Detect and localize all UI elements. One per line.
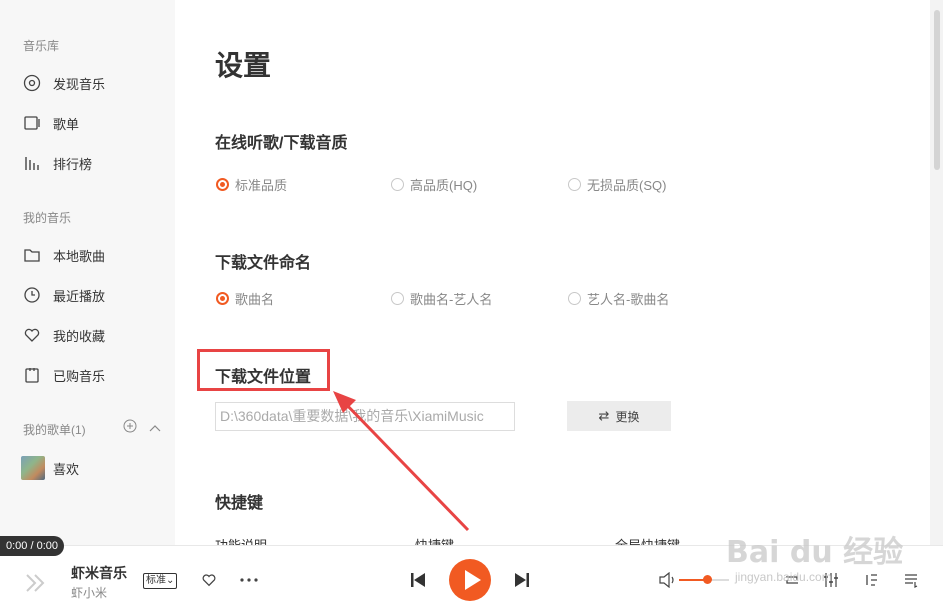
sidebar-item-discover[interactable]: 发现音乐 (23, 71, 105, 95)
radio-unchecked[interactable] (568, 178, 581, 191)
sidebar-item-label: 发现音乐 (53, 76, 106, 92)
disc-icon (23, 74, 41, 92)
next-icon[interactable] (514, 572, 530, 588)
playlist-icon (24, 116, 40, 130)
shortcuts-heading: 快捷键 (215, 495, 264, 512)
volume-knob[interactable] (702, 575, 712, 584)
quality-option-sq[interactable]: 无损品质(SQ) (568, 175, 666, 194)
option-label: 高品质(HQ) (410, 178, 478, 193)
quality-option-standard[interactable]: 标准品质 (216, 175, 287, 194)
shortcut-col-function: 功能说明 (215, 535, 267, 545)
quality-dropdown[interactable]: 标准⌄ (143, 573, 178, 589)
clock-icon (24, 287, 40, 303)
quality-option-hq[interactable]: 高品质(HQ) (391, 175, 477, 194)
playlist-cover (21, 456, 45, 480)
my-playlists-section-title: 我的歌单(1) (23, 423, 86, 437)
settings-panel: 设置 在线听歌/下载音质 标准品质 高品质(HQ) 无损品质(SQ) 下载文件命… (175, 0, 930, 545)
option-label: 歌曲名-艺人名 (410, 292, 493, 307)
change-path-button[interactable]: ⇄ 更换 (567, 401, 671, 431)
sidebar-item-label: 排行榜 (53, 156, 93, 172)
quality-label: 标准 (146, 575, 166, 586)
sidebar-item-favorites[interactable]: 我的收藏 (23, 323, 105, 347)
page-title: 设置 (215, 50, 272, 81)
previous-icon[interactable] (410, 572, 426, 588)
volume-slider[interactable] (679, 575, 729, 584)
sidebar-item-label: 本地歌曲 (53, 248, 106, 264)
sidebar-item-recent[interactable]: 最近播放 (23, 283, 105, 307)
more-icon[interactable] (240, 578, 258, 582)
naming-heading: 下载文件命名 (215, 255, 312, 272)
volume-icon[interactable] (659, 572, 677, 588)
scrollbar-thumb[interactable] (934, 10, 940, 170)
download-path-field[interactable]: D:\360data\重要数据\我的音乐\XiamiMusic (215, 402, 515, 431)
library-section-title: 音乐库 (23, 39, 60, 53)
song-artist[interactable]: 虾小米 (71, 584, 107, 601)
song-title: 虾米音乐 (71, 565, 127, 581)
sidebar-item-playlists[interactable]: 歌单 (23, 111, 79, 135)
option-label: 歌曲名 (235, 292, 275, 307)
sidebar: 音乐库 发现音乐 歌单 排行榜 我的音乐 本地歌曲 最近播放 我的收藏 已购音乐… (0, 0, 175, 545)
scrollbar[interactable] (930, 0, 943, 545)
xiami-logo-icon (26, 574, 45, 592)
play-button[interactable] (449, 559, 491, 601)
baidu-watermark-url: jingyan.baidu.com (735, 570, 832, 584)
naming-option-song[interactable]: 歌曲名 (216, 289, 274, 308)
chevron-down-icon: ⌄ (166, 575, 175, 586)
option-label: 无损品质(SQ) (587, 178, 667, 193)
collapse-chevron-icon[interactable] (148, 421, 162, 436)
baidu-watermark: Bai du 经验 (726, 535, 904, 570)
radio-checked[interactable] (216, 178, 229, 191)
my-music-section-title: 我的音乐 (23, 211, 72, 225)
sidebar-item-label: 我的收藏 (53, 328, 106, 344)
queue-list-icon[interactable] (903, 572, 919, 588)
lyrics-icon[interactable] (864, 572, 880, 588)
sidebar-item-charts[interactable]: 排行榜 (23, 151, 92, 175)
playlist-item-favorites[interactable]: 喜欢 (21, 456, 79, 480)
heart-icon (24, 328, 40, 342)
naming-option-artist-song[interactable]: 艺人名-歌曲名 (568, 289, 669, 308)
sidebar-item-local[interactable]: 本地歌曲 (23, 243, 105, 267)
radio-unchecked[interactable] (568, 292, 581, 305)
naming-option-song-artist[interactable]: 歌曲名-艺人名 (391, 289, 492, 308)
sidebar-item-label: 歌单 (53, 116, 80, 132)
purchase-icon (25, 368, 39, 383)
shortcut-col-key: 快捷键 (415, 535, 454, 545)
swap-icon: ⇄ (598, 408, 610, 423)
playback-time: 0:00 / 0:00 (0, 536, 64, 556)
shortcut-col-global: 全局快捷键 (615, 535, 680, 545)
radio-checked[interactable] (216, 292, 229, 305)
quality-heading: 在线听歌/下载音质 (215, 135, 348, 152)
sidebar-item-label: 已购音乐 (53, 368, 106, 384)
option-label: 标准品质 (235, 178, 288, 193)
play-icon (465, 570, 481, 590)
annotation-highlight-box (197, 349, 330, 391)
chart-icon (25, 157, 39, 170)
like-heart-icon[interactable] (201, 572, 217, 588)
folder-icon (24, 249, 40, 262)
radio-unchecked[interactable] (391, 178, 404, 191)
add-playlist-icon[interactable] (123, 419, 137, 436)
change-path-label: 更换 (615, 409, 640, 424)
sidebar-item-label: 最近播放 (53, 288, 106, 304)
sidebar-item-purchased[interactable]: 已购音乐 (23, 363, 105, 387)
playlist-label: 喜欢 (53, 461, 80, 477)
radio-unchecked[interactable] (391, 292, 404, 305)
option-label: 艺人名-歌曲名 (587, 292, 670, 307)
